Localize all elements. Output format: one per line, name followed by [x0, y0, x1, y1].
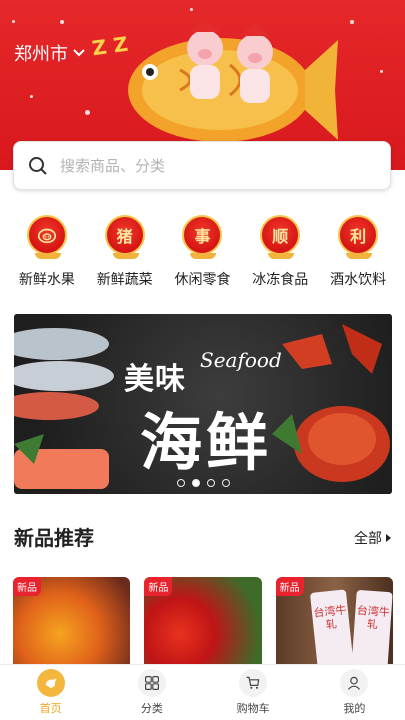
nougat-bag: 台湾牛轧	[350, 589, 393, 672]
user-icon	[340, 669, 369, 697]
nav-cart[interactable]: 购物车	[213, 669, 293, 716]
new-badge: 新品	[275, 577, 304, 596]
category-label: 新鲜水果	[18, 272, 75, 288]
city-selector[interactable]: 郑州市	[14, 40, 86, 66]
home-icon	[36, 669, 65, 697]
view-all-label: 全部	[354, 531, 382, 547]
nougat-label: 台湾牛轧	[356, 603, 390, 632]
app-page: 郑州市 Z Z 搜索商品、分类 新鲜水果 猪 新鲜蔬菜 事 休闲零食 顺 冰冻食…	[0, 0, 405, 720]
nav-label: 分类	[140, 702, 163, 715]
shi-character-icon: 事	[182, 215, 223, 259]
nav-profile[interactable]: 我的	[314, 669, 394, 716]
nav-label: 首页	[39, 702, 62, 715]
fish-illustration	[14, 328, 114, 489]
category-fruit[interactable]: 新鲜水果	[8, 215, 86, 295]
nav-label: 购物车	[236, 702, 270, 715]
new-badge: 新品	[144, 577, 173, 596]
category-vegetable[interactable]: 猪 新鲜蔬菜	[86, 215, 164, 295]
crab-illustration	[272, 324, 390, 482]
carousel-dot[interactable]	[206, 479, 215, 487]
nav-home[interactable]: 首页	[11, 669, 91, 716]
lucky-fish-illustration	[128, 18, 338, 142]
li-character-icon: 利	[338, 215, 379, 259]
nav-label: 我的	[343, 702, 366, 715]
nav-category[interactable]: 分类	[112, 669, 192, 716]
category-snack[interactable]: 事 休闲零食	[164, 215, 242, 295]
pig-icon	[26, 215, 67, 259]
cart-icon	[239, 669, 268, 697]
section-title: 新品推荐	[14, 526, 94, 550]
chevron-down-icon	[73, 49, 85, 57]
nougat-bag: 台湾牛轧	[309, 589, 354, 672]
carousel-dot-active[interactable]	[191, 479, 200, 487]
grid-icon	[137, 669, 166, 697]
search-bar[interactable]	[13, 141, 391, 190]
promo-title-english: Seafood	[200, 348, 282, 372]
promo-title-big: 海鲜	[140, 406, 273, 479]
product-card-sweet-potato[interactable]: 新品	[13, 577, 131, 672]
category-frozen[interactable]: 顺 冰冻食品	[241, 215, 319, 295]
carousel-dot[interactable]	[176, 479, 185, 487]
carousel-dot[interactable]	[221, 479, 230, 487]
product-list: 新品 新品 新品 台湾牛轧 台湾牛轧	[13, 577, 393, 672]
search-icon	[29, 156, 47, 175]
category-label: 休闲零食	[174, 272, 231, 288]
bottom-nav: 首页 分类 购物车 我的	[0, 664, 405, 720]
category-label: 冰冻食品	[252, 272, 309, 288]
product-card-nougat[interactable]: 新品 台湾牛轧 台湾牛轧	[275, 577, 393, 672]
category-label: 新鲜蔬菜	[96, 272, 153, 288]
view-all-link[interactable]: 全部	[354, 528, 391, 548]
carousel-indicator	[14, 479, 392, 487]
promo-carousel[interactable]: 美味 Seafood 海鲜	[14, 314, 392, 494]
city-label: 郑州市	[14, 44, 68, 65]
category-label: 酒水饮料	[330, 272, 387, 288]
new-badge: 新品	[13, 577, 41, 596]
product-card-tomato[interactable]: 新品	[144, 577, 262, 672]
category-row: 新鲜水果 猪 新鲜蔬菜 事 休闲零食 顺 冰冻食品 利 酒水饮料	[0, 215, 405, 295]
category-drinks[interactable]: 利 酒水饮料	[319, 215, 397, 295]
arrow-right-icon	[386, 534, 391, 542]
search-input[interactable]	[60, 156, 360, 175]
nougat-label: 台湾牛轧	[312, 603, 347, 632]
shun-character-icon: 顺	[260, 215, 301, 259]
zhu-character-icon: 猪	[104, 215, 145, 259]
